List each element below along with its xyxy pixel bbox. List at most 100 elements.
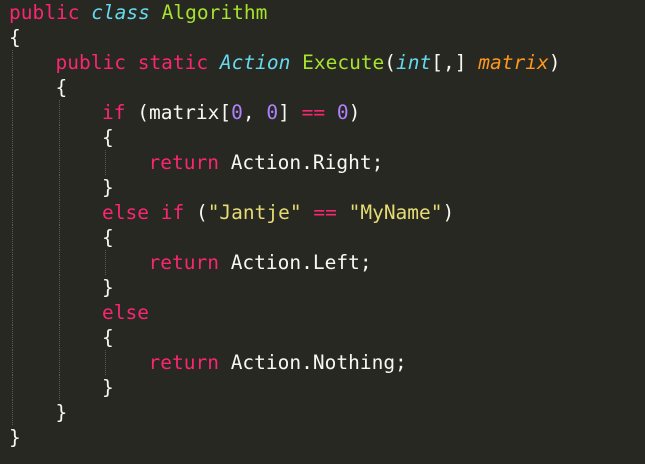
indent-guide: [105, 350, 106, 375]
indent-guide: [12, 250, 13, 275]
code-token: ): [442, 201, 455, 224]
code-token: Algorithm: [161, 1, 268, 24]
indent-guide: [12, 375, 13, 400]
code-token: (: [184, 201, 208, 224]
code-line[interactable]: else if ("Jantje" == "MyName"): [0, 200, 645, 225]
code-token: Execute: [302, 51, 385, 74]
indent-guide: [58, 350, 60, 375]
code-line[interactable]: {: [0, 75, 645, 100]
indent-guide: [12, 150, 13, 175]
code-token: 0: [266, 101, 279, 124]
indent-guide: [12, 300, 13, 325]
code-token: if: [102, 101, 126, 124]
code-token: {: [55, 76, 68, 99]
indent-guide: [12, 400, 13, 425]
code-token: Action: [219, 51, 291, 74]
code-token: 0: [336, 101, 349, 124]
code-line[interactable]: public class Algorithm: [0, 0, 645, 25]
indent-guide: [58, 375, 60, 400]
code-token: 0: [231, 101, 243, 124]
code-token: ]: [278, 101, 302, 124]
code-token: ,: [242, 101, 267, 124]
code-line[interactable]: {: [0, 225, 645, 250]
code-token: {: [9, 26, 21, 49]
code-editor[interactable]: public class Algorithm{public static Act…: [0, 0, 645, 464]
indent-guide: [58, 300, 60, 325]
code-line[interactable]: }: [0, 425, 645, 450]
code-token: Action.Left;: [218, 251, 372, 274]
code-token: return: [148, 351, 219, 374]
code-token: [,]: [431, 51, 479, 74]
indent-guide: [58, 100, 60, 125]
code-token: static: [137, 51, 209, 74]
indent-guide: [12, 125, 13, 150]
code-token: }: [55, 401, 68, 424]
code-line[interactable]: }: [0, 175, 645, 200]
indent-guide: [58, 200, 60, 225]
code-line[interactable]: return Action.Nothing;: [0, 350, 645, 375]
code-line[interactable]: }: [0, 275, 645, 300]
code-token: }: [102, 276, 114, 299]
indent-guide: [58, 125, 60, 150]
code-token: return: [148, 151, 219, 174]
code-token: Action.Nothing;: [218, 351, 407, 374]
code-token: int: [396, 51, 432, 74]
code-token: {: [102, 326, 114, 349]
code-line[interactable]: public static Action Execute(int[,] matr…: [0, 50, 645, 75]
code-token: }: [102, 176, 114, 199]
code-token: }: [102, 376, 114, 399]
indent-guide: [12, 100, 13, 125]
indent-guide: [105, 150, 106, 175]
code-token: class: [91, 1, 150, 24]
code-line[interactable]: {: [0, 325, 645, 350]
code-token: (matrix[: [125, 101, 232, 124]
code-line[interactable]: }: [0, 375, 645, 400]
indent-guide: [105, 250, 106, 275]
code-token: Action.Right;: [218, 151, 384, 174]
code-line[interactable]: if (matrix[0, 0] == 0): [0, 100, 645, 125]
code-line[interactable]: return Action.Left;: [0, 250, 645, 275]
indent-guide: [58, 325, 60, 350]
indent-guide: [12, 200, 13, 225]
code-token: ): [548, 51, 561, 74]
code-token: ==: [301, 101, 326, 124]
code-token: matrix: [478, 51, 549, 74]
code-token: if: [160, 201, 185, 224]
indent-guide: [12, 175, 13, 200]
indent-guide: [12, 75, 13, 100]
indent-guide: [12, 50, 13, 75]
indent-guide: [58, 275, 60, 300]
code-token: ==: [313, 201, 337, 224]
code-token: public: [9, 1, 80, 24]
code-token: return: [148, 251, 219, 274]
indent-guide: [58, 250, 60, 275]
code-token: {: [102, 126, 114, 149]
code-line[interactable]: {: [0, 25, 645, 50]
indent-guide: [58, 175, 60, 200]
code-token: }: [9, 426, 21, 449]
code-token: {: [102, 226, 114, 249]
code-token: else: [102, 201, 149, 224]
indent-guide: [12, 275, 13, 300]
indent-guide: [58, 150, 60, 175]
code-line[interactable]: else: [0, 300, 645, 325]
indent-guide: [12, 225, 13, 250]
code-token: "Jantje": [207, 201, 302, 224]
indent-guide: [12, 325, 13, 350]
code-token: ): [348, 101, 361, 124]
code-token: public: [55, 51, 126, 74]
code-token: else: [102, 301, 149, 324]
code-line[interactable]: }: [0, 400, 645, 425]
code-line[interactable]: return Action.Right;: [0, 150, 645, 175]
indent-guide: [12, 350, 13, 375]
code-line[interactable]: {: [0, 125, 645, 150]
